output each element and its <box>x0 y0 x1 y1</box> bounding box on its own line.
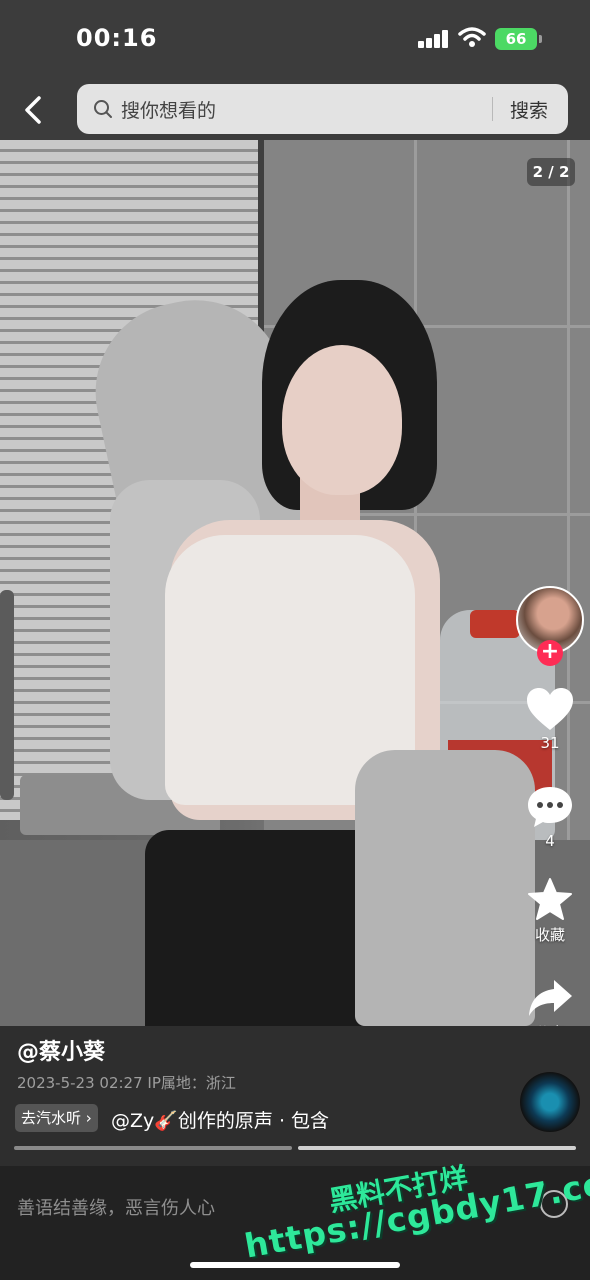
like-button[interactable]: 31 <box>520 686 580 752</box>
wifi-icon <box>458 27 486 47</box>
bottle-cap <box>470 610 520 638</box>
battery-tip <box>539 35 542 43</box>
post-image[interactable]: 5L 2 / 2 <box>0 140 590 1026</box>
page-indicator: 2 / 2 <box>527 158 575 186</box>
battery-indicator: 66 <box>495 28 537 50</box>
like-count: 31 <box>540 734 560 752</box>
search-button[interactable]: 搜索 <box>510 96 548 123</box>
author-name[interactable]: @蔡小葵 <box>17 1034 105 1066</box>
comment-input[interactable]: 善语结善缘，恶言伤人心 <box>17 1194 215 1220</box>
post-meta: 2023-5-23 02:27 IP属地：浙江 <box>17 1074 236 1092</box>
search-input[interactable]: 搜你想看的 <box>121 96 216 123</box>
status-bar: 00:16 66 <box>0 0 590 80</box>
favorite-button[interactable]: 收藏 <box>520 876 580 945</box>
search-bar[interactable]: 搜你想看的 搜索 <box>77 84 568 134</box>
star-icon <box>528 878 572 920</box>
share-icon <box>529 980 572 1016</box>
person-jacket-right <box>355 750 535 1026</box>
faucet <box>0 590 14 800</box>
comment-icon <box>528 787 572 827</box>
comment-count: 4 <box>545 832 555 850</box>
music-disc[interactable] <box>520 1072 580 1132</box>
favorite-label: 收藏 <box>534 926 565 944</box>
post-info: @蔡小葵 2023-5-23 02:27 IP属地：浙江 去汽水听 › @Zy🎸… <box>0 1026 590 1166</box>
follow-button[interactable]: + <box>537 640 563 666</box>
page-progress-2 <box>298 1146 576 1150</box>
top-nav: 搜你想看的 搜索 <box>0 80 590 140</box>
search-icon <box>94 100 112 118</box>
page-progress-1 <box>14 1146 292 1150</box>
home-indicator[interactable] <box>190 1262 400 1268</box>
music-info[interactable]: @Zy🎸创作的原声 · 包含 <box>111 1106 329 1133</box>
signal-icon <box>418 30 450 48</box>
person-face <box>282 345 402 495</box>
status-time: 00:16 <box>76 24 158 52</box>
heart-icon <box>527 688 573 730</box>
open-in-music-app-chip[interactable]: 去汽水听 › <box>15 1104 98 1132</box>
back-arrow-icon[interactable] <box>18 92 50 128</box>
search-divider <box>492 97 493 121</box>
comment-button[interactable]: 4 <box>520 784 580 850</box>
person-pants <box>145 830 390 1026</box>
